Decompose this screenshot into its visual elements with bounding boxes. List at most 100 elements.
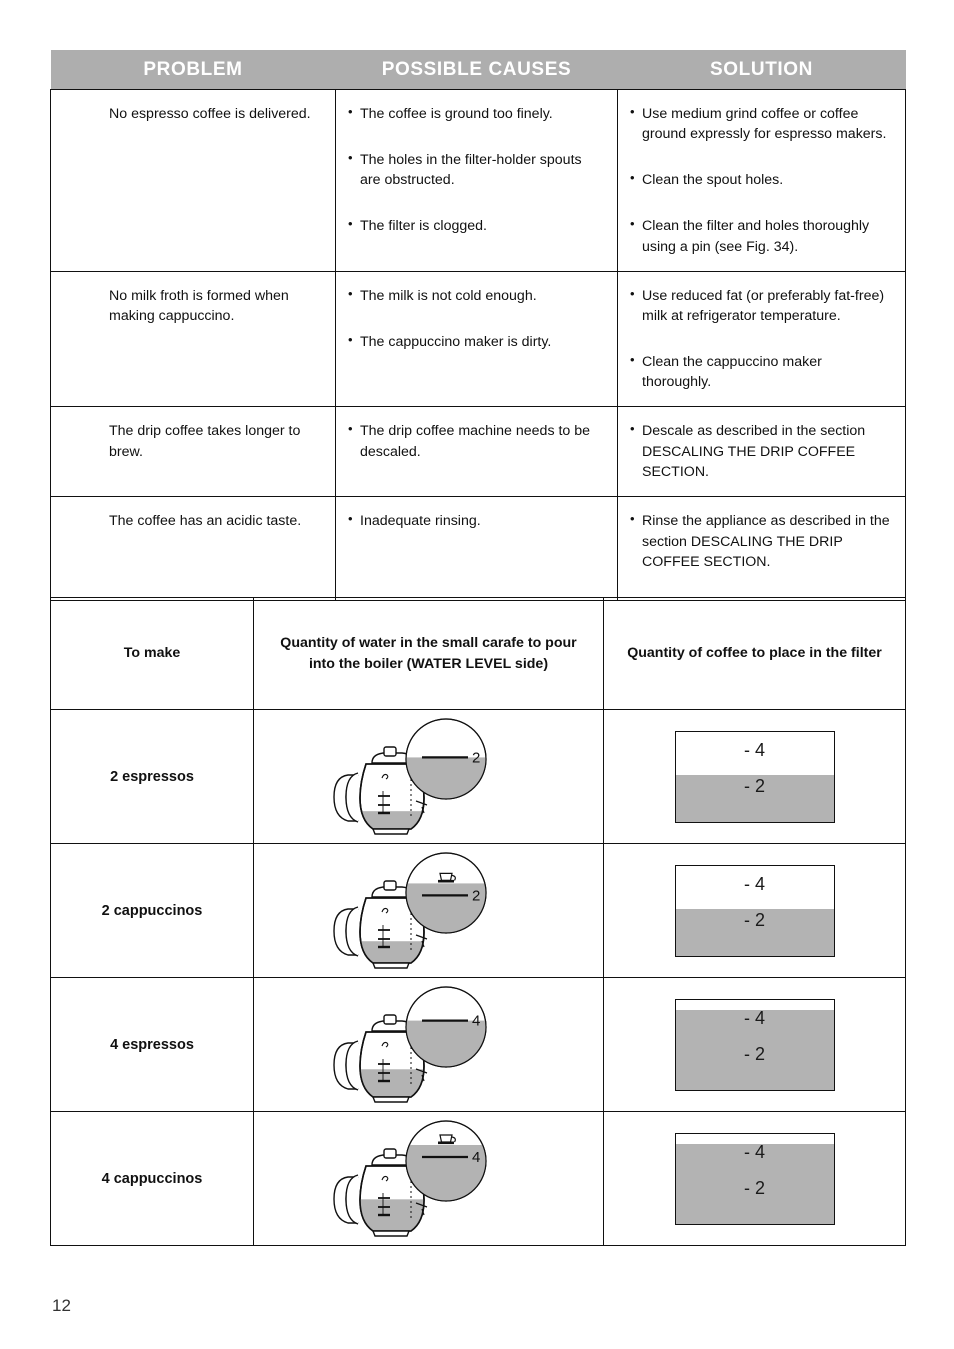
- to-make-cell: 2 espressos: [50, 709, 254, 844]
- header-solution: SOLUTION: [617, 50, 906, 90]
- carafe-diagram: 4: [314, 985, 544, 1105]
- table-row: The coffee has an acidic taste. Inadequa…: [50, 496, 906, 602]
- quantity-table: To make Quantity of water in the small c…: [50, 597, 906, 1246]
- to-make-label: 2 espressos: [110, 768, 194, 785]
- causes-cell: The coffee is ground too finely. The hol…: [335, 89, 618, 272]
- page-number: 12: [52, 1296, 71, 1315]
- quantity-header-row: To make Quantity of water in the small c…: [50, 597, 906, 710]
- filter-coffee-cell: - 4 - 2: [603, 709, 906, 844]
- list-item: Clean the spout holes.: [630, 169, 893, 190]
- filter-diagram: - 4 - 2: [674, 1132, 835, 1225]
- carafe-water-fill: [359, 1198, 424, 1231]
- carafe-water-cell: 4: [253, 1111, 604, 1246]
- list-item: The milk is not cold enough.: [348, 285, 605, 306]
- problem-text: No espresso coffee is delivered.: [109, 106, 311, 122]
- filter-coffee-cell: - 4 - 2: [603, 843, 906, 978]
- problem-text: The coffee has an acidic taste.: [109, 513, 302, 530]
- to-make-label: 2 cappuccinos: [101, 902, 203, 919]
- list-item: Use reduced fat (or preferably fat-free)…: [630, 285, 893, 326]
- filter-diagram: - 4 - 2: [674, 730, 835, 823]
- table-row: No espresso coffee is delivered. The cof…: [50, 89, 906, 272]
- problem-text: The drip coffee takes longer to brew.: [109, 423, 301, 460]
- troubleshooting-header-row: PROBLEM POSSIBLE CAUSES SOLUTION: [50, 50, 906, 90]
- problem-text: No milk froth is formed when making capp…: [109, 287, 289, 324]
- table-row: 4 cappuccinos 4 - 4 - 2: [50, 1111, 906, 1246]
- carafe-diagram: 2: [314, 851, 544, 971]
- filter-coffee-cell: - 4 - 2: [603, 977, 906, 1112]
- filter-mark-2: - 2: [743, 775, 765, 796]
- header-possible-causes: POSSIBLE CAUSES: [335, 50, 618, 90]
- carafe-diagram: 4: [314, 1119, 544, 1239]
- to-make-cell: 4 cappuccinos: [50, 1111, 254, 1246]
- filter-coffee-cell: - 4 - 2: [603, 1111, 906, 1246]
- carafe-water-cell: 4: [253, 977, 604, 1112]
- table-row: The drip coffee takes longer to brew. Th…: [50, 406, 906, 498]
- list-item: The cappuccino maker is dirty.: [348, 331, 605, 352]
- solutions-cell: Use reduced fat (or preferably fat-free)…: [617, 271, 906, 408]
- list-item: Use medium grind coffee or coffee ground…: [630, 103, 893, 144]
- troubleshooting-body: No espresso coffee is delivered. The cof…: [50, 89, 906, 602]
- header-to-make: To make: [50, 597, 254, 710]
- carafe-water-cell: 2: [253, 843, 604, 978]
- list-item: Descale as described in the section DESC…: [630, 420, 893, 481]
- filter-diagram: - 4 - 2: [674, 998, 835, 1091]
- carafe-knob: [382, 879, 397, 891]
- solutions-cell: Descale as described in the section DESC…: [617, 406, 906, 498]
- troubleshooting-table: PROBLEM POSSIBLE CAUSES SOLUTION No espr…: [50, 50, 906, 602]
- carafe-base: [371, 961, 410, 969]
- causes-cell: Inadequate rinsing.: [335, 496, 618, 602]
- carafe-water-cell: 2: [253, 709, 604, 844]
- carafe-illustration: 2: [332, 851, 487, 969]
- table-row: No milk froth is formed when making capp…: [50, 271, 906, 408]
- carafe-knob: [382, 1013, 397, 1025]
- filter-mark-2: - 2: [743, 1177, 765, 1198]
- table-row: 2 cappuccinos 2 - 4 - 2: [50, 843, 906, 978]
- carafe-base: [371, 827, 410, 835]
- carafe-illustration: 4: [332, 985, 487, 1103]
- list-item: The coffee is ground too finely.: [348, 103, 605, 124]
- callout-level-label: 4: [472, 1012, 480, 1029]
- list-item: Rinse the appliance as described in the …: [630, 510, 893, 571]
- filter-mark-2: - 2: [743, 909, 765, 930]
- filter-diagram: - 4 - 2: [674, 864, 835, 957]
- to-make-cell: 2 cappuccinos: [50, 843, 254, 978]
- list-item: Clean the cappuccino maker thoroughly.: [630, 351, 893, 392]
- header-water-quantity: Quantity of water in the small carafe to…: [253, 597, 604, 710]
- callout-level-label: 2: [472, 749, 480, 766]
- filter-mark-2: - 2: [743, 1043, 765, 1064]
- problem-cell: No milk froth is formed when making capp…: [50, 271, 336, 408]
- header-problem: PROBLEM: [50, 50, 336, 90]
- callout-level-label: 2: [472, 887, 480, 904]
- carafe-illustration: 4: [332, 1119, 487, 1237]
- problem-cell: The coffee has an acidic taste.: [50, 496, 336, 602]
- filter-mark-4: - 4: [743, 739, 765, 760]
- quantity-body: 2 espressos 2- 4- 22 cappuccinos 2- 4- 24 …: [50, 709, 906, 1246]
- list-item: The filter is clogged.: [348, 215, 605, 236]
- to-make-label: 4 cappuccinos: [101, 1170, 203, 1187]
- list-item: Clean the filter and holes thoroughly us…: [630, 215, 893, 256]
- table-row: 2 espressos 2 - 4 - 2: [50, 709, 906, 844]
- filter-mark-4: - 4: [743, 1141, 765, 1162]
- list-item: Inadequate rinsing.: [348, 510, 605, 531]
- filter-mark-4: - 4: [743, 873, 765, 894]
- list-item: The drip coffee machine needs to be desc…: [348, 420, 605, 461]
- carafe-base: [371, 1095, 410, 1103]
- causes-cell: The milk is not cold enough. The cappucc…: [335, 271, 618, 408]
- list-item: The holes in the filter-holder spouts ar…: [348, 149, 605, 190]
- callout-level-label: 4: [472, 1149, 480, 1166]
- to-make-label: 4 espressos: [110, 1036, 194, 1053]
- problem-cell: No espresso coffee is delivered.: [50, 89, 336, 272]
- carafe-knob: [382, 1147, 397, 1159]
- carafe-base: [371, 1229, 410, 1237]
- carafe-knob: [382, 745, 397, 757]
- causes-cell: The drip coffee machine needs to be desc…: [335, 406, 618, 498]
- header-coffee-quantity: Quantity of coffee to place in the filte…: [603, 597, 906, 710]
- solutions-cell: Use medium grind coffee or coffee ground…: [617, 89, 906, 272]
- to-make-cell: 4 espressos: [50, 977, 254, 1112]
- carafe-diagram: 2: [314, 717, 544, 837]
- problem-cell: The drip coffee takes longer to brew.: [50, 406, 336, 498]
- filter-mark-4: - 4: [743, 1007, 765, 1028]
- carafe-illustration: 2: [332, 717, 487, 835]
- table-row: 4 espressos 4 - 4 - 2: [50, 977, 906, 1112]
- solutions-cell: Rinse the appliance as described in the …: [617, 496, 906, 602]
